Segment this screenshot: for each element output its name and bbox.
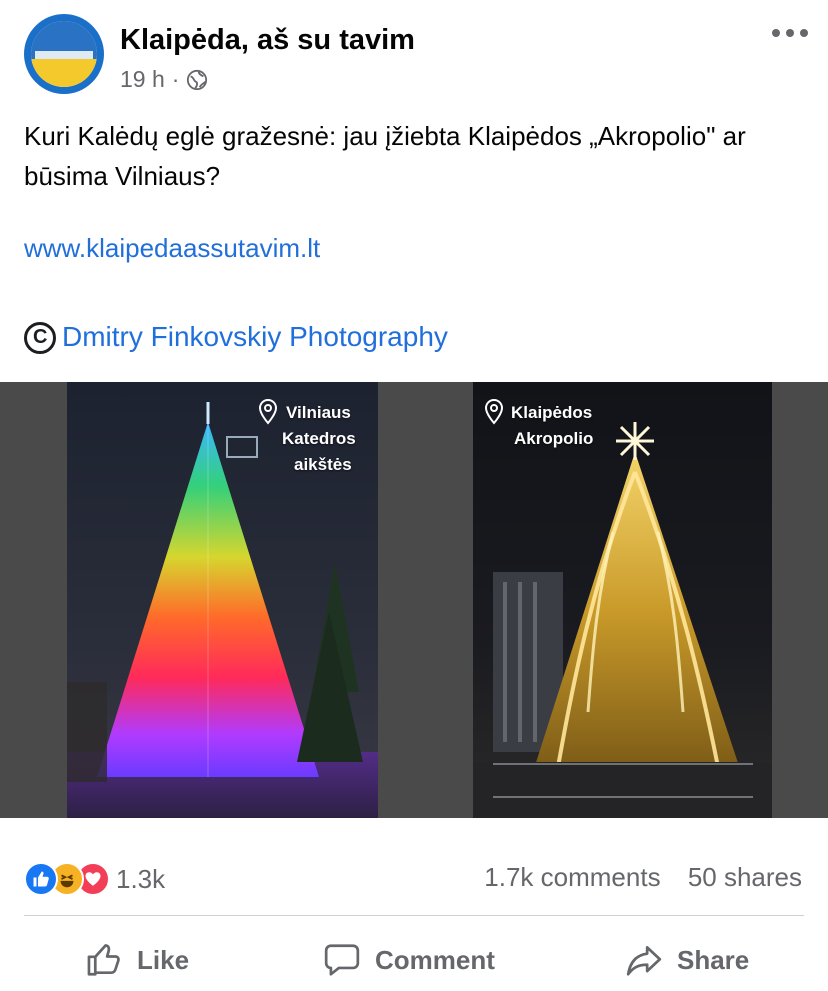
klaipeda-caption-line1: Klaipėdos — [511, 403, 593, 422]
page-name[interactable]: Klaipėda, aš su tavim — [120, 24, 415, 57]
engagement-stats: 1.7k comments 50 shares — [484, 862, 802, 893]
post-header: Klaipėda, aš su tavim 19 h · — [0, 0, 828, 100]
share-label: Share — [677, 944, 750, 975]
vilnius-caption-line1: Vilniaus — [286, 403, 351, 422]
reaction-summary[interactable]: 1.3k — [24, 862, 165, 896]
vilnius-caption-line3: aikštės — [294, 455, 352, 474]
share-arrow-icon — [626, 945, 662, 976]
vilnius-caption-line2: Katedros — [282, 429, 356, 448]
page-avatar[interactable] — [24, 14, 104, 94]
action-bar: Like Comment Share — [0, 935, 828, 985]
post-image[interactable]: Vilniaus Katedros aikštės Klaipėdos Akro… — [0, 382, 828, 818]
like-label: Like — [137, 944, 190, 975]
divider — [24, 915, 804, 916]
comments-count[interactable]: 1.7k comments — [484, 862, 660, 892]
photo-credit: Dmitry Finkovskiy Photography — [24, 320, 448, 354]
globe-icon — [187, 69, 208, 90]
like-button[interactable]: Like — [85, 935, 189, 985]
klaipeda-tree-photo: Klaipėdos Akropolio — [473, 382, 772, 818]
vilnius-tree-photo: Vilniaus Katedros aikštės — [67, 382, 378, 818]
more-options-icon[interactable] — [772, 26, 808, 40]
post-link[interactable]: www.klaipedaassutavim.lt — [24, 233, 320, 264]
reaction-count: 1.3k — [116, 863, 166, 894]
post-text: Kuri Kalėdų eglė gražesnė: jau įžiebta K… — [24, 121, 746, 191]
comment-label: Comment — [375, 944, 495, 975]
comment-icon — [324, 944, 360, 976]
like-icon — [24, 862, 58, 896]
copyright-icon — [24, 322, 56, 354]
post-meta: 19 h · — [120, 66, 208, 93]
klaipeda-caption-line2: Akropolio — [514, 429, 594, 448]
post-time[interactable]: 19 h — [120, 66, 165, 93]
share-button[interactable]: Share — [625, 935, 749, 985]
meta-separator: · — [171, 66, 180, 92]
thumbs-up-icon — [87, 944, 120, 976]
location-pin-icon — [258, 399, 278, 425]
credit-link[interactable]: Dmitry Finkovskiy Photography — [62, 321, 448, 353]
shares-count[interactable]: 50 shares — [688, 862, 802, 892]
location-pin-icon — [484, 399, 504, 425]
comment-button[interactable]: Comment — [323, 935, 495, 985]
